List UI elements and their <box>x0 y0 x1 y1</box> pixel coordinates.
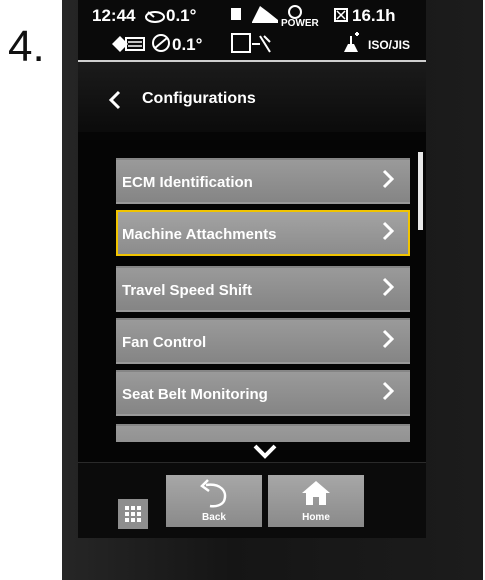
status-bar: 12:44 0.1° POWER 16.1h 0.1° ISO/JIS <box>78 0 426 62</box>
grid-icon <box>125 506 141 522</box>
page-header: Configurations <box>78 62 426 132</box>
undo-arrow-icon <box>196 479 232 514</box>
machine-display: 12:44 0.1° POWER 16.1h 0.1° ISO/JIS Conf… <box>78 0 426 538</box>
back-chevron-icon[interactable] <box>108 86 122 117</box>
clock-time: 12:44 <box>92 6 136 25</box>
bucket-icon <box>230 32 274 61</box>
chevron-right-icon <box>382 276 395 305</box>
scroll-down-chevron-icon[interactable] <box>252 442 278 462</box>
machine-mode-icon <box>250 2 280 29</box>
menu-item-fan-control[interactable]: Fan Control <box>116 318 410 364</box>
menu-item-travel-speed-shift[interactable]: Travel Speed Shift <box>116 266 410 312</box>
menu-item-label: Seat Belt Monitoring <box>122 386 268 403</box>
angle-reading-top: 0.1° <box>166 6 197 25</box>
menu-item-seat-belt-monitoring[interactable]: Seat Belt Monitoring <box>116 370 410 416</box>
menu-item-label: ECM Identification <box>122 174 253 191</box>
configuration-list: ECM Identification Machine Attachments T… <box>114 152 414 442</box>
hour-meter: 16.1h <box>352 6 396 25</box>
menu-item-label: Fan Control <box>122 334 207 351</box>
power-label: POWER <box>281 18 319 29</box>
warning-icon <box>110 34 146 59</box>
step-number: 4. <box>8 22 45 71</box>
page-title: Configurations <box>142 90 256 107</box>
menu-item-label: Machine Attachments <box>122 226 277 243</box>
bottom-navigation: Back Home <box>78 462 426 538</box>
menu-item-partial[interactable] <box>116 424 410 442</box>
grade-icon <box>150 32 172 59</box>
back-button[interactable]: Back <box>166 475 262 527</box>
menu-item-label: Travel Speed Shift <box>122 282 253 299</box>
angle-reading-second: 0.1° <box>172 35 203 54</box>
chevron-right-icon <box>382 380 395 409</box>
app-grid-button[interactable] <box>118 499 148 529</box>
home-icon <box>300 479 332 512</box>
pattern-label: ISO/JIS <box>368 38 411 52</box>
hour-meter-icon <box>334 8 348 27</box>
chevron-right-icon <box>382 220 395 249</box>
home-label: Home <box>302 512 330 523</box>
chevron-right-icon <box>382 328 395 357</box>
menu-item-ecm-identification[interactable]: ECM Identification <box>116 158 410 204</box>
menu-item-machine-attachments[interactable]: Machine Attachments <box>116 210 410 256</box>
joystick-pattern-icon <box>340 32 362 59</box>
fuel-icon <box>230 6 242 27</box>
home-button[interactable]: Home <box>268 475 364 527</box>
chevron-right-icon <box>382 168 395 197</box>
list-scrollbar[interactable] <box>418 152 423 230</box>
swing-icon <box>144 8 166 29</box>
back-label: Back <box>202 512 226 523</box>
